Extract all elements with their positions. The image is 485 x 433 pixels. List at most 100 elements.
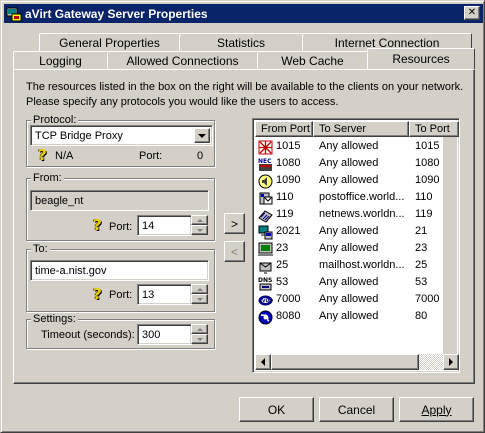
from-port-cell: 8080 [276,310,301,322]
list-item[interactable]: 119 netnews.worldn... 119 [255,206,447,223]
scroll-left-button[interactable] [255,354,271,370]
to-port-cell: 25 [415,259,428,271]
svg-text:NEC: NEC [258,158,272,165]
mail-icon [258,191,273,206]
list-item[interactable]: 8080 Any allowed 80 [255,308,447,325]
to-port-spinner[interactable] [191,284,208,305]
column-header-from-port[interactable]: From Port [255,121,313,137]
protocol-port-value: 0 [197,150,204,162]
from-port-cell: 7000 [276,293,301,305]
dns-icon: DNS [258,276,273,291]
video-icon: VDO [258,293,273,308]
to-port-cell: 7000 [415,293,440,305]
column-header-to-port[interactable]: To Port [409,121,459,137]
list-item[interactable]: 23 Any allowed 23 [255,240,447,257]
help-question-icon: ? [93,216,102,234]
to-port-cell: 23 [415,242,428,254]
from-port-cell: 1015 [276,140,301,152]
to-port-value: 13 [142,288,155,301]
chevron-down-icon [198,133,206,138]
spin-up-button[interactable] [191,324,208,334]
from-port-input[interactable]: 14 [137,215,192,236]
column-header-to-server[interactable]: To Server [313,121,409,137]
arrow-up-icon [196,218,203,222]
from-port-cell: 23 [276,242,289,254]
timeout-input[interactable]: 300 [137,324,192,345]
svg-text:VDO: VDO [262,298,273,304]
add-resource-button[interactable]: > [224,213,245,234]
list-item[interactable]: 2021 Any allowed 21 [255,223,447,240]
settings-group-label: Settings: [31,313,78,325]
from-port-cell: 110 [276,191,294,203]
to-port-cell: 21 [415,225,428,237]
sound-icon [258,174,273,189]
scroll-thumb[interactable] [271,354,419,370]
list-item[interactable]: VDO 7000 Any allowed 7000 [255,291,447,308]
to-server-cell: Any allowed [319,157,379,169]
svg-text:DNS: DNS [258,277,272,284]
remove-resource-button[interactable]: < [224,241,245,262]
spin-up-button[interactable] [191,215,208,225]
network-computer-icon [258,225,273,240]
to-server-cell: Any allowed [319,293,379,305]
spin-up-button[interactable] [191,284,208,294]
to-port-cell: 80 [415,310,428,322]
to-port-label: Port: [109,289,133,301]
arrow-down-icon [196,297,203,301]
list-item[interactable]: 110 postoffice.world... 110 [255,189,447,206]
to-server-cell: mailhost.worldn... [319,259,405,271]
protocol-na-label: N/A [55,150,74,162]
protocol-select[interactable]: TCP Bridge Proxy [30,125,213,146]
resources-list[interactable]: From Port To Server To Port 1015 Any all… [252,118,460,373]
to-server-cell: Any allowed [319,276,379,288]
to-port-cell: 1080 [415,157,440,169]
column-header-label: To Server [319,123,367,135]
arrow-down-icon [196,337,203,341]
to-server-cell: postoffice.world... [319,191,405,203]
list-vertical-scroll-area [443,137,457,356]
to-server-cell: Any allowed [319,242,379,254]
red-grid-icon [258,140,273,155]
news-icon [258,208,273,223]
to-port-input[interactable]: 13 [137,284,192,305]
list-item[interactable]: DNS 53 Any allowed 53 [255,274,447,291]
to-server-cell: Any allowed [319,225,379,237]
timeout-label: Timeout (seconds): [41,329,135,341]
protocol-select-value: TCP Bridge Proxy [35,129,123,142]
dropdown-arrow-button[interactable] [194,128,210,143]
to-port-cell: 1015 [415,140,440,152]
from-port-cell: 1090 [276,174,301,186]
column-header-label: From Port [261,123,310,135]
timeout-spinner[interactable] [191,324,208,345]
from-port-cell: 119 [276,208,294,220]
from-port-cell: 2021 [276,225,301,237]
horizontal-scrollbar[interactable] [255,354,459,370]
description-text: The resources listed in the box on the r… [26,81,464,108]
arrow-down-icon [196,228,203,232]
help-question-icon: ? [93,285,102,303]
to-port-cell: 119 [415,208,433,220]
from-port-spinner[interactable] [191,215,208,236]
to-server-cell: Any allowed [319,140,379,152]
list-item[interactable]: 1090 Any allowed 1090 [255,172,447,189]
spin-down-button[interactable] [191,334,208,344]
from-port-cell: 25 [276,259,289,271]
spin-down-button[interactable] [191,225,208,235]
from-group-label: From: [31,172,64,184]
to-group-label: To: [31,243,50,255]
to-host-field[interactable]: time-a.nist.gov [30,260,209,281]
list-item[interactable]: 25 mailhost.worldn... 25 [255,257,447,274]
list-item[interactable]: 1015 Any allowed 1015 [255,138,447,155]
from-host-field[interactable]: beagle_nt [30,190,209,211]
to-port-cell: 110 [415,191,433,203]
spin-down-button[interactable] [191,294,208,304]
from-port-cell: 1080 [276,157,301,169]
from-port-cell: 53 [276,276,289,288]
arrow-up-icon [196,327,203,331]
from-port-value: 14 [142,219,155,232]
scroll-right-button[interactable] [443,354,459,370]
list-item[interactable]: NEC 1080 Any allowed 1080 [255,155,447,172]
terminal-icon [258,242,273,257]
to-server-cell: Any allowed [319,174,379,186]
arrow-right-icon [449,358,453,366]
